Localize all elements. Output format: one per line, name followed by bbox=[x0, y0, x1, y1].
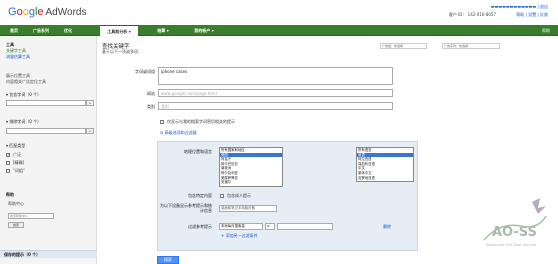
match-broad-checkbox[interactable] bbox=[6, 152, 10, 157]
category-label: 类别 bbox=[147, 104, 155, 109]
closely-related-label: 仅显示与我的搜索字词密切相关的提示 bbox=[167, 119, 235, 124]
page-subtitle: 基于以下一项或多项： bbox=[102, 49, 142, 54]
header-links[interactable]: 帮助 | 设置 | 反馈 bbox=[516, 12, 548, 18]
filter-value-input[interactable] bbox=[277, 223, 333, 230]
language-list[interactable]: 所有语言 英语 阿拉伯语 保加利亚语 中文 繁体中文 克罗地亚语 bbox=[356, 147, 414, 182]
adult-content-label: 包含特定内容 bbox=[188, 193, 212, 198]
filter-delete-link[interactable]: 删除 bbox=[383, 224, 391, 230]
bird-shape bbox=[532, 198, 546, 214]
advanced-options-panel: 地理位置和语言 所有国家和地区 美国 阿富汗 阿尔巴尼亚 南极洲 阿尔及利亚 美… bbox=[157, 141, 418, 251]
website-input[interactable]: www.google.com/page.html bbox=[158, 89, 393, 97]
help-heading: 帮助 bbox=[6, 192, 14, 197]
location-list[interactable]: 所有国家和地区 美国 阿富汗 阿尔巴尼亚 南极洲 阿尔及利亚 美属萨摩亚 安道尔 bbox=[219, 147, 283, 187]
nav-help-link[interactable]: 帮助 bbox=[542, 25, 550, 36]
sidebar-item-traffic-estimator[interactable]: 流量估算工具 bbox=[6, 54, 30, 60]
tab-campaigns[interactable]: 广告系列 bbox=[28, 25, 54, 36]
device-select[interactable]: 桌面和笔记本电脑设备 bbox=[219, 205, 277, 212]
app-header: Google AdWords ▬▬▬▬▬▬▬▬▬▬▬▬ | 退出 客户 ID： 1… bbox=[0, 0, 558, 25]
saved-ideas-label: 保存的提示（0 个） bbox=[4, 252, 41, 257]
customer-id: 客户 ID： 142-016-8057 bbox=[448, 12, 496, 17]
closely-related-checkbox[interactable] bbox=[160, 120, 164, 124]
help-search-input[interactable]: 搜索帮助中心 bbox=[8, 213, 54, 219]
watermark-logo: AO-SS Advanced One-Stop Service bbox=[483, 198, 547, 247]
exclude-terms-add-button[interactable]: + bbox=[86, 128, 94, 134]
category-input[interactable]: 类别 bbox=[158, 102, 393, 110]
watermark-text: AO-SS bbox=[492, 225, 537, 240]
match-broad-label: 广泛 bbox=[13, 152, 21, 157]
match-phrase-label: "词组" bbox=[13, 168, 25, 173]
exclude-terms-input[interactable] bbox=[6, 128, 86, 134]
adult-ideas-checkbox[interactable] bbox=[220, 194, 224, 198]
tab-home[interactable]: 首页 bbox=[4, 25, 24, 36]
filter-operator-select[interactable]: ≥ bbox=[265, 223, 275, 230]
ad-group-selector[interactable]: 广告组：未选择 bbox=[380, 43, 427, 49]
tab-billing[interactable]: 结算 ▾ bbox=[152, 25, 174, 36]
watermark-subtext: Advanced One-Stop Service bbox=[486, 243, 537, 247]
location-option[interactable]: 安道尔 bbox=[220, 180, 282, 185]
filter-metric-select[interactable]: 本地每月搜索量 bbox=[219, 223, 263, 230]
language-option[interactable]: 克罗地亚语 bbox=[357, 176, 413, 181]
search-button[interactable]: 搜索 bbox=[157, 256, 179, 264]
adult-ideas-label: 包含成人提示 bbox=[227, 193, 251, 198]
match-exact-label: [精确] bbox=[13, 160, 25, 165]
website-label: 网站 bbox=[147, 91, 155, 96]
location-language-label: 地理位置和语言 bbox=[184, 149, 212, 154]
tab-my-account[interactable]: 我的帐户 ▾ bbox=[188, 25, 220, 36]
advanced-options-toggle[interactable]: ⊟ 高级选项和过滤器 bbox=[160, 130, 197, 136]
campaign-selector[interactable]: 广告系列：未选择 bbox=[442, 43, 500, 49]
match-types-label[interactable]: ▾ 匹配类型 bbox=[6, 143, 25, 149]
include-terms-label[interactable]: ▾ 包含字词（0 个） bbox=[6, 92, 41, 98]
main-nav: 首页 广告系列 优化 工具和分析 ▾ 结算 ▾ 我的帐户 ▾ 帮助 bbox=[0, 25, 558, 36]
exclude-terms-label[interactable]: ▾ 排除字词（0 个） bbox=[6, 119, 41, 125]
keyword-label: 字词或词组 bbox=[135, 69, 155, 74]
include-terms-input[interactable] bbox=[6, 100, 86, 106]
account-email[interactable]: ▬▬▬▬▬▬▬▬▬▬▬▬ | 退出 bbox=[491, 4, 548, 10]
match-phrase-checkbox[interactable] bbox=[6, 169, 10, 173]
add-filter-link[interactable]: + 添加另一过滤条件 bbox=[221, 233, 258, 239]
adwords-logo[interactable]: Google AdWords bbox=[8, 6, 86, 18]
sidebar: 工具 关键字工具 流量估算工具 展示位置工具 内容相关广告定位工具 ▾ 包含字词… bbox=[0, 36, 97, 264]
tab-tools-analysis[interactable]: 工具和分析 ▾ bbox=[100, 25, 138, 36]
help-center-label: 帮助中心 bbox=[8, 201, 24, 206]
sidebar-item-contextual-tool[interactable]: 内容相关广告定位工具 bbox=[6, 79, 46, 85]
saved-ideas-bar[interactable]: 保存的提示（0 个） bbox=[0, 250, 97, 258]
tab-optimize[interactable]: 优化 bbox=[58, 25, 78, 36]
filter-label: 过滤参考提示 bbox=[188, 224, 212, 229]
match-exact-checkbox[interactable] bbox=[6, 161, 10, 165]
help-search-button[interactable]: 搜索 bbox=[8, 222, 24, 228]
include-terms-add-button[interactable]: + bbox=[86, 100, 94, 106]
device-label: 为以下设备显示参考提示和统计信息 bbox=[160, 203, 212, 213]
keyword-textarea[interactable]: iphone cases bbox=[158, 67, 393, 85]
